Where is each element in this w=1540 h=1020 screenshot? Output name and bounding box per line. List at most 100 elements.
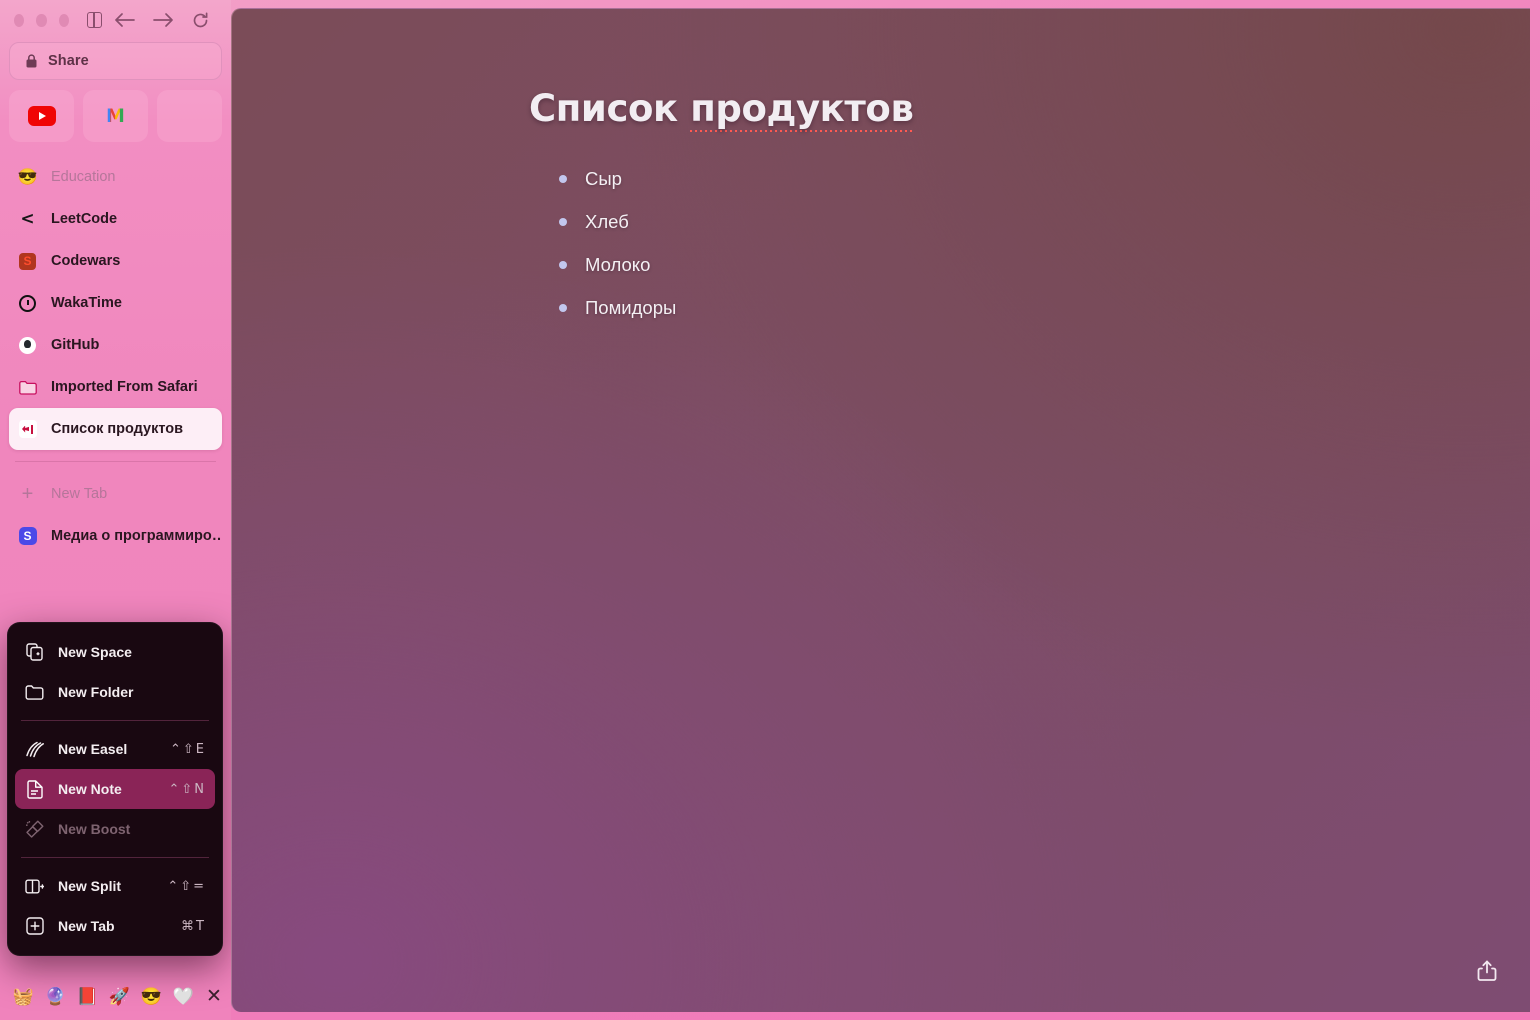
gmail-icon: M (106, 104, 125, 127)
sidebar-divider (15, 461, 216, 462)
sidebar-item-media-o-programmirovanii[interactable]: S Медиа о программиро… (9, 515, 222, 557)
sidebar-item-label: Imported From Safari (51, 379, 198, 395)
menu-item-keys: ⌃⇧N (168, 781, 206, 797)
lock-icon (26, 54, 37, 68)
note-bullet-list: Сыр Хлеб Молоко Помидоры (529, 157, 1530, 329)
list-item-label: Хлеб (585, 210, 629, 232)
new-split-icon (24, 878, 45, 895)
sidebar-item-label: GitHub (51, 337, 100, 353)
pinned-tile-youtube[interactable] (9, 90, 74, 142)
sidebar-item-codewars[interactable]: S Codewars (9, 240, 222, 282)
menu-item-new-boost: New Boost (15, 809, 215, 849)
minimize-window-button[interactable] (36, 13, 47, 27)
back-arrow-icon[interactable] (114, 12, 135, 29)
menu-divider (21, 857, 209, 858)
list-item-label: Молоко (585, 253, 651, 275)
maximize-window-button[interactable] (58, 13, 69, 27)
sidebar-item-github[interactable]: GitHub (9, 324, 222, 366)
leetcode-icon: < (20, 209, 35, 229)
menu-divider (21, 720, 209, 721)
sidebar-new-tab-button[interactable]: + New Tab (9, 473, 222, 515)
menu-item-new-note[interactable]: New Note ⌃⇧N (15, 769, 215, 809)
menu-item-new-tab[interactable]: New Tab ⌘T (15, 906, 215, 946)
sidebar-toggle-icon[interactable] (86, 12, 102, 28)
sidebar-item-education[interactable]: 😎 Education (9, 156, 222, 198)
menu-item-new-space[interactable]: New Space (15, 632, 215, 672)
s-badge-icon: S (18, 527, 37, 546)
address-bar-value: Share (48, 53, 89, 69)
sphere-space-icon[interactable]: 🔮 (45, 987, 66, 1006)
note-title-misspelled-word: продуктов (690, 87, 914, 132)
menu-item-keys: ⌃⇧= (167, 878, 206, 894)
address-bar[interactable]: Share (9, 42, 222, 80)
cool-emoji-space-icon[interactable]: 😎 (141, 987, 162, 1006)
new-tab-icon (24, 917, 45, 935)
menu-item-keys: ⌃⇧E (170, 741, 206, 757)
sidebar-item-imported-from-safari[interactable]: Imported From Safari (9, 366, 222, 408)
pinned-tiles: M (9, 90, 222, 142)
window-controls-row (9, 0, 222, 40)
bullet-icon (559, 217, 567, 226)
sidebar-item-label: Codewars (51, 253, 121, 269)
context-menu: New Space New Folder New Easel ⌃⇧E New N… (7, 622, 223, 956)
sidebar-item-label: LeetCode (51, 211, 118, 227)
note-icon (18, 420, 37, 439)
menu-item-label: New Boost (58, 821, 131, 837)
heart-space-icon[interactable]: 🤍 (173, 987, 194, 1006)
menu-item-label: New Folder (58, 684, 134, 700)
note-content-area: Список продуктов Сыр Хлеб Молоко Помидор… (231, 8, 1530, 1012)
menu-item-new-split[interactable]: New Split ⌃⇧= (15, 866, 215, 906)
new-easel-icon (24, 741, 45, 758)
sidebar-item-label: WakaTime (51, 295, 122, 311)
potion-space-icon[interactable]: 🧺 (13, 987, 34, 1006)
space-switcher: 🧺 🔮 📕 🚀 😎 🤍 ✕ (0, 972, 231, 1020)
sidebar-item-label: Список продуктов (51, 421, 184, 437)
list-item[interactable]: Хлеб (529, 200, 1530, 243)
bullet-icon (559, 260, 567, 269)
menu-item-keys: ⌘T (181, 918, 206, 934)
menu-item-new-easel[interactable]: New Easel ⌃⇧E (15, 729, 215, 769)
forward-arrow-icon[interactable] (153, 12, 174, 29)
sidebar-item-label: Education (51, 169, 116, 185)
github-icon (18, 336, 37, 355)
cool-emoji-icon: 😎 (17, 169, 38, 186)
list-item[interactable]: Сыр (529, 157, 1530, 200)
list-item-label: Сыр (585, 167, 622, 189)
list-item-label: Помидоры (585, 296, 677, 318)
new-folder-icon (24, 684, 45, 700)
pinned-tile-gmail[interactable]: M (83, 90, 148, 142)
codewars-icon: S (18, 252, 37, 271)
list-item[interactable]: Молоко (529, 243, 1530, 286)
new-note-icon (24, 779, 45, 799)
menu-item-label: New Split (58, 878, 122, 894)
menu-item-label: New Easel (58, 741, 128, 757)
sidebar-nav-list: 😎 Education < LeetCode S Codewars WakaTi… (9, 156, 222, 557)
note-title-plain: Список (529, 87, 691, 130)
browser-window: Share M 😎 Education < LeetCode S Codewar… (0, 0, 1540, 1020)
note-document[interactable]: Список продуктов Сыр Хлеб Молоко Помидор… (232, 9, 1530, 329)
new-boost-icon (24, 820, 45, 839)
navigation-buttons (114, 12, 217, 29)
sidebar-item-wakatime[interactable]: WakaTime (9, 282, 222, 324)
menu-item-label: New Note (58, 781, 122, 797)
note-title[interactable]: Список продуктов (529, 87, 914, 132)
bullet-icon (559, 303, 567, 312)
rocket-space-icon[interactable]: 🚀 (109, 987, 130, 1006)
book-space-icon[interactable]: 📕 (77, 987, 98, 1006)
sidebar: Share M 😎 Education < LeetCode S Codewar… (0, 0, 231, 1020)
menu-item-new-folder[interactable]: New Folder (15, 672, 215, 712)
bullet-icon (559, 174, 567, 183)
reload-icon[interactable] (192, 12, 209, 29)
folder-icon (18, 378, 37, 397)
sidebar-item-spisok-produktov[interactable]: Список продуктов (9, 408, 222, 450)
close-window-button[interactable] (14, 13, 25, 27)
menu-item-label: New Space (58, 644, 132, 660)
youtube-icon (27, 106, 56, 126)
share-icon[interactable] (1474, 958, 1500, 984)
sidebar-item-leetcode[interactable]: < LeetCode (9, 198, 222, 240)
close-icon[interactable]: ✕ (206, 987, 222, 1006)
list-item[interactable]: Помидоры (529, 286, 1530, 329)
sidebar-new-tab-label: New Tab (51, 486, 108, 502)
pinned-tile-empty[interactable] (157, 90, 222, 142)
new-space-icon (24, 643, 45, 661)
